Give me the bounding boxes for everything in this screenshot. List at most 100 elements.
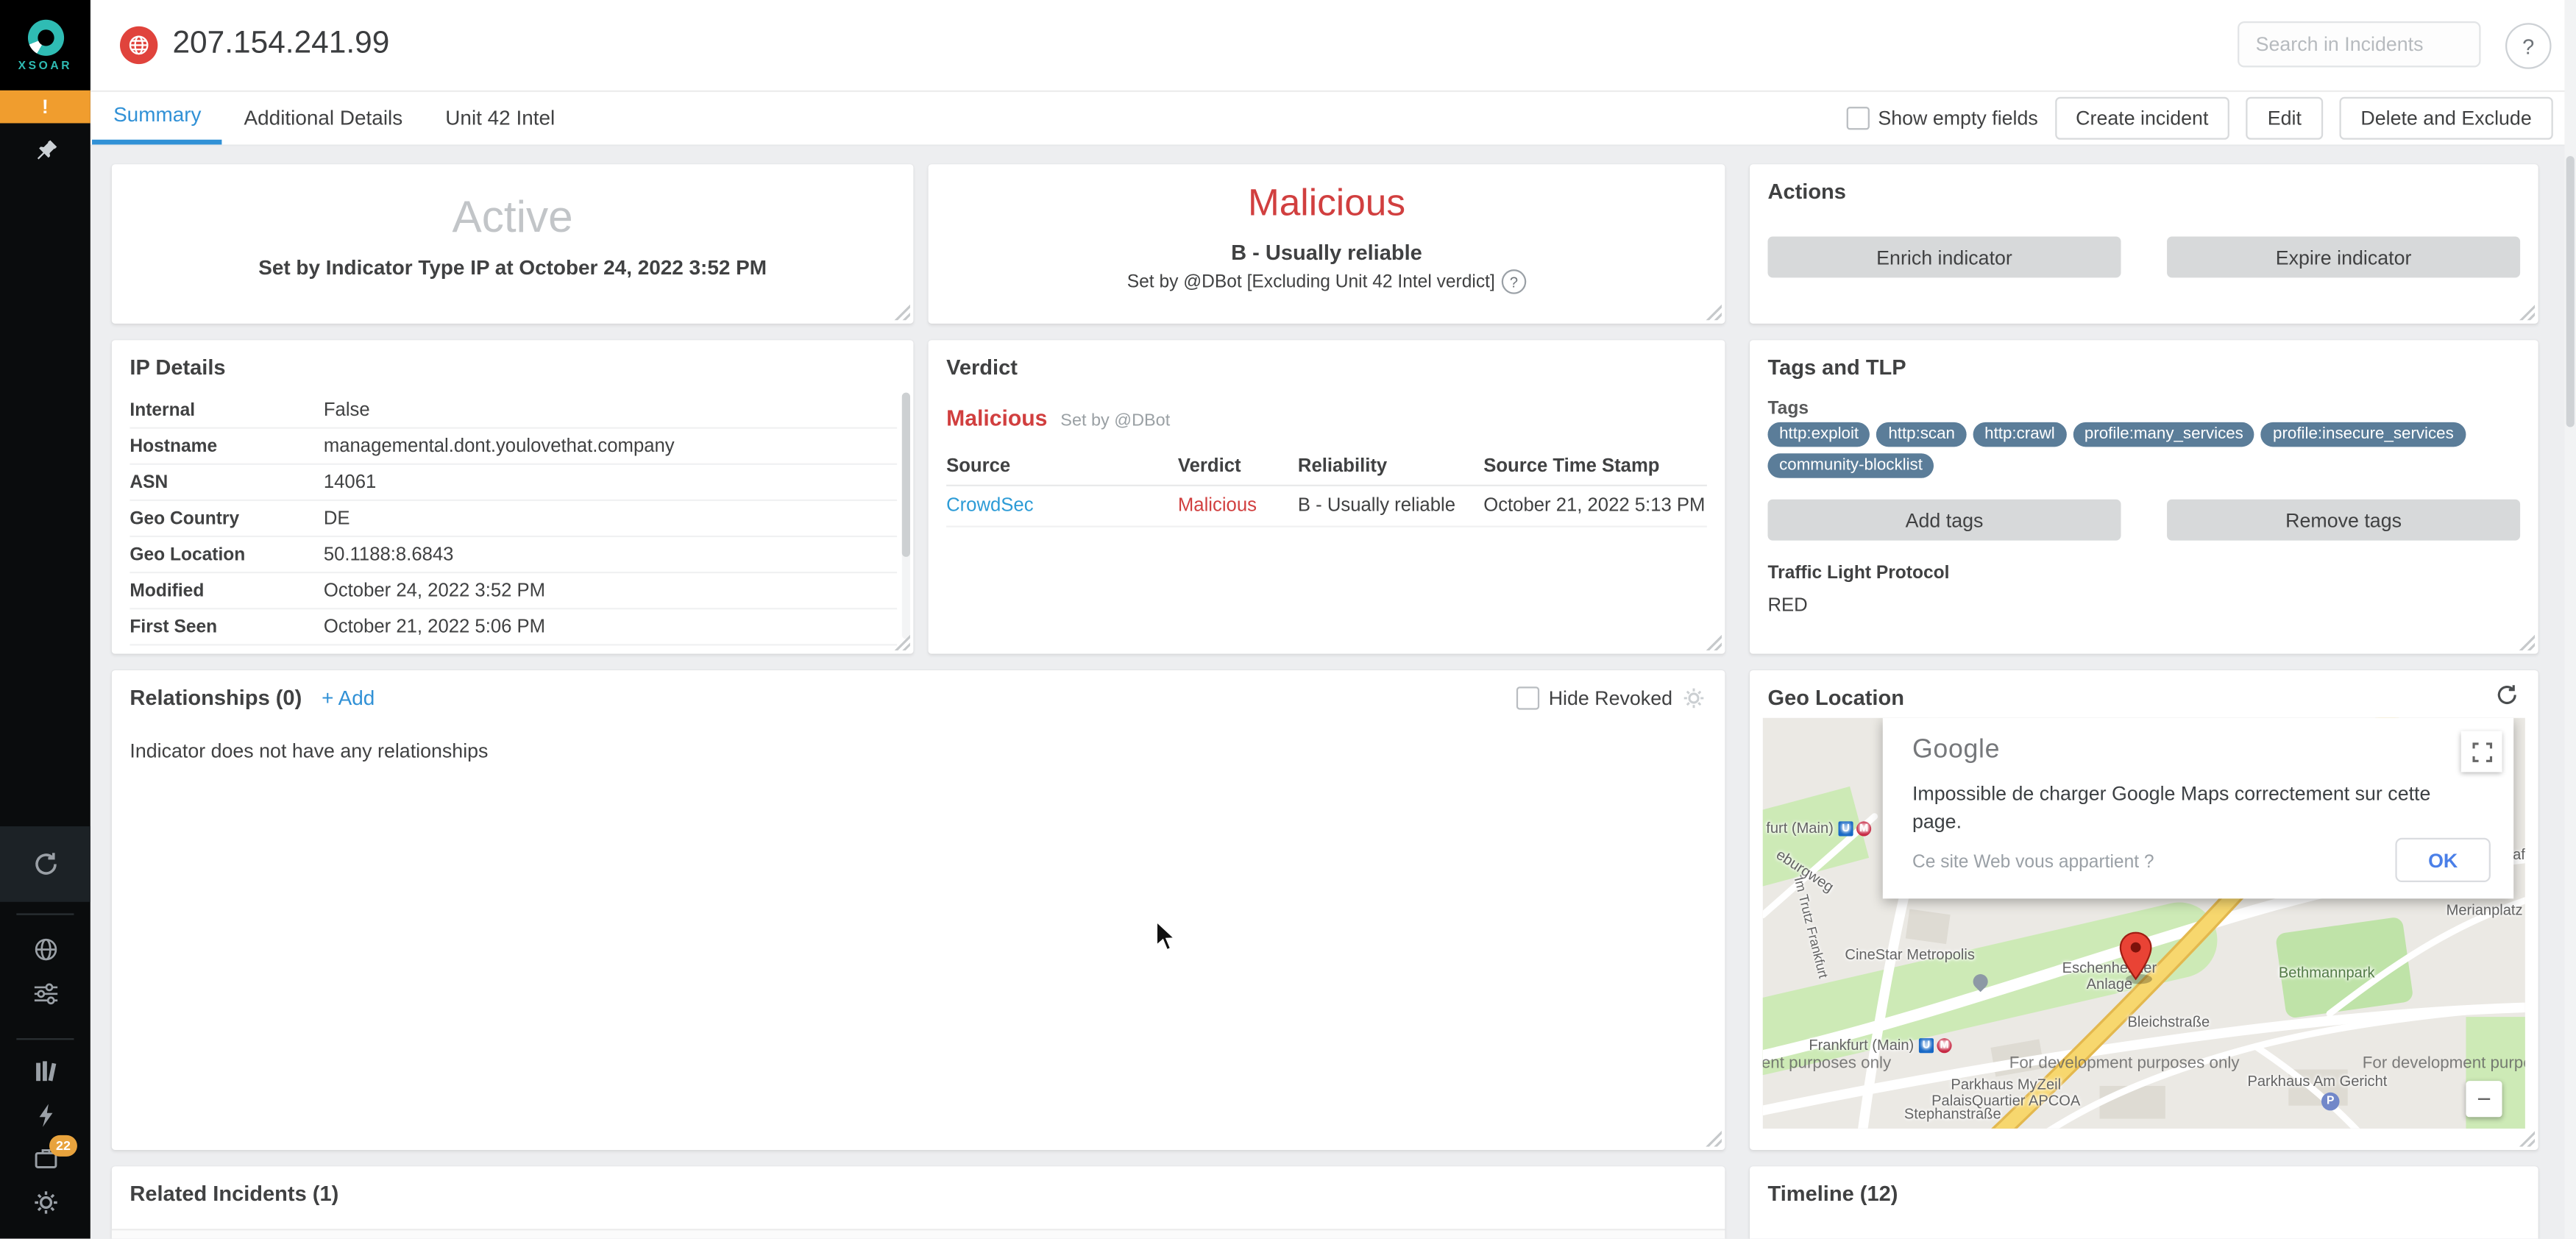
refresh-icon[interactable] bbox=[2496, 684, 2519, 706]
edit-button[interactable]: Edit bbox=[2246, 96, 2323, 139]
tag-chip[interactable]: profile:insecure_services bbox=[2261, 422, 2465, 447]
google-logo: Google bbox=[1912, 736, 2000, 765]
cell-reliability: B - Usually reliable bbox=[1298, 496, 1483, 516]
metro-icon: M bbox=[1937, 1038, 1952, 1053]
map-watermark: For development purposes only bbox=[1763, 1054, 1891, 1073]
metro-icon: M bbox=[1856, 822, 1871, 837]
google-map[interactable]: furt (Main)UM eburgweg Im Trutz Frankfur… bbox=[1763, 718, 2525, 1129]
table-row: ModifiedOctober 24, 2022 3:52 PM bbox=[129, 573, 897, 609]
tag-chip[interactable]: http:crawl bbox=[1973, 422, 2067, 447]
related-incidents-title: Related Incidents (1) bbox=[129, 1181, 338, 1205]
resize-handle[interactable] bbox=[892, 302, 910, 321]
help-glyph: ? bbox=[2522, 34, 2534, 58]
automation-bolt-icon[interactable] bbox=[0, 1102, 91, 1129]
tab-additional-details[interactable]: Additional Details bbox=[223, 90, 425, 145]
map-label: Parkhaus Am Gericht bbox=[2247, 1073, 2387, 1089]
ip-details-card: IP Details InternalFalse Hostnamemanagem… bbox=[112, 340, 914, 653]
field-label: ASN bbox=[129, 472, 323, 492]
tags-tlp-card: Tags and TLP Tags http:exploit http:scan… bbox=[1750, 340, 2538, 653]
zoom-out-button[interactable]: − bbox=[2466, 1081, 2502, 1117]
col-timestamp: Source Time Stamp bbox=[1483, 457, 1707, 477]
map-marker-icon[interactable] bbox=[2118, 931, 2154, 989]
library-icon[interactable] bbox=[0, 1058, 91, 1084]
resize-handle[interactable] bbox=[2517, 302, 2536, 321]
sidebar-divider bbox=[16, 913, 74, 915]
sync-icon[interactable] bbox=[0, 851, 91, 878]
verdict-help-icon[interactable]: ? bbox=[1502, 269, 1526, 294]
tag-chip[interactable]: community-blocklist bbox=[1767, 453, 1934, 478]
page-scrollbar-thumb[interactable] bbox=[2566, 156, 2575, 427]
resize-handle[interactable] bbox=[1703, 302, 1722, 321]
tlp-value: RED bbox=[1767, 597, 1807, 617]
verdict-reliability: B - Usually reliable bbox=[929, 240, 1725, 264]
geo-location-title: Geo Location bbox=[1767, 685, 1903, 709]
expire-indicator-button[interactable]: Expire indicator bbox=[2167, 237, 2520, 278]
tab-summary[interactable]: Summary bbox=[92, 90, 222, 145]
resize-handle[interactable] bbox=[2517, 1129, 2536, 1147]
xsoar-logo-text: XSOAR bbox=[18, 60, 72, 71]
tag-chip[interactable]: http:scan bbox=[1877, 422, 1967, 447]
add-tags-button[interactable]: Add tags bbox=[1767, 500, 2121, 541]
timeline-title: Timeline (12) bbox=[1767, 1181, 1898, 1205]
map-label: Bethmannpark bbox=[2279, 965, 2375, 981]
tag-chip[interactable]: profile:many_services bbox=[2073, 422, 2254, 447]
search-input[interactable] bbox=[2238, 21, 2480, 68]
field-value: 50.1188:8.6843 bbox=[324, 544, 454, 564]
pin-icon[interactable] bbox=[0, 138, 91, 165]
add-relationship-link[interactable]: + Add bbox=[322, 686, 375, 709]
relationships-title: Relationships (0) bbox=[129, 685, 302, 709]
table-row: InternalFalse bbox=[129, 393, 897, 429]
source-link[interactable]: CrowdSec bbox=[946, 496, 1178, 516]
status-set-by: Set by Indicator Type IP at October 24, … bbox=[112, 256, 914, 279]
actions-card: Actions Enrich indicator Expire indicato… bbox=[1750, 164, 2538, 324]
resize-handle[interactable] bbox=[1703, 633, 1722, 651]
briefcase-icon[interactable] bbox=[0, 1145, 91, 1171]
help-button[interactable]: ? bbox=[2505, 23, 2552, 69]
indicator-type-icon bbox=[120, 26, 157, 64]
field-value: managemental.dont.youlovethat.company bbox=[324, 436, 675, 456]
verdict-summary: Malicious bbox=[946, 406, 1047, 430]
table-row: ASN14061 bbox=[129, 465, 897, 501]
hide-revoked-checkbox[interactable] bbox=[1516, 686, 1539, 709]
map-watermark: For development purposes only bbox=[2363, 1054, 2525, 1073]
xsoar-logo[interactable]: XSOAR bbox=[0, 0, 91, 90]
globe-icon[interactable] bbox=[0, 937, 91, 963]
ok-button[interactable]: OK bbox=[2395, 838, 2491, 882]
ip-details-table: InternalFalse Hostnamemanagemental.dont.… bbox=[129, 393, 897, 646]
map-watermark: For development purposes only bbox=[2009, 1054, 2240, 1073]
tag-chip[interactable]: http:exploit bbox=[1767, 422, 1870, 447]
delete-exclude-button[interactable]: Delete and Exclude bbox=[2339, 96, 2552, 139]
alert-banner[interactable]: ! bbox=[0, 90, 91, 124]
tab-unit42-label: Unit 42 Intel bbox=[445, 106, 555, 129]
remove-tags-button[interactable]: Remove tags bbox=[2167, 500, 2520, 541]
status-card: Active Set by Indicator Type IP at Octob… bbox=[112, 164, 914, 324]
map-label: MerianplatzU bbox=[2447, 902, 2525, 919]
dialog-question: Ce site Web vous appartient ? bbox=[1912, 853, 2154, 873]
xsoar-logo-icon bbox=[27, 19, 63, 55]
table-row: Geo Location50.1188:8.6843 bbox=[129, 537, 897, 573]
relationships-settings-gear-icon[interactable] bbox=[1682, 686, 1705, 709]
tab-unit42-intel[interactable]: Unit 42 Intel bbox=[424, 90, 576, 145]
scrollbar-thumb[interactable] bbox=[902, 393, 910, 557]
verdict-set-by: Set by @DBot [Excluding Unit 42 Intel ve… bbox=[1127, 272, 1495, 292]
table-row: Hostnamemanagemental.dont.youlovethat.co… bbox=[129, 429, 897, 465]
filters-icon[interactable] bbox=[0, 981, 91, 1007]
ubahn-icon: U bbox=[1919, 1038, 1934, 1053]
verdict-summary-setby: Set by @DBot bbox=[1060, 411, 1170, 430]
map-label: Stephanstraße bbox=[1904, 1106, 2001, 1122]
resize-handle[interactable] bbox=[1703, 1129, 1722, 1147]
enrich-indicator-button[interactable]: Enrich indicator bbox=[1767, 237, 2121, 278]
related-incidents-table-header bbox=[112, 1229, 1725, 1238]
verdict-card: Verdict Malicious Set by @DBot Source Ve… bbox=[929, 340, 1725, 653]
timeline-card: Timeline (12) bbox=[1750, 1166, 2538, 1238]
resize-handle[interactable] bbox=[2517, 633, 2536, 651]
fullscreen-icon[interactable] bbox=[2461, 731, 2502, 773]
show-empty-fields-checkbox[interactable] bbox=[1847, 106, 1870, 129]
tags-label: Tags bbox=[1767, 400, 1809, 419]
geo-location-card: Geo Location bbox=[1750, 670, 2538, 1150]
field-label: Geo Country bbox=[129, 508, 323, 528]
create-incident-button[interactable]: Create incident bbox=[2054, 96, 2229, 139]
related-incidents-card: Related Incidents (1) bbox=[112, 1166, 1725, 1238]
settings-gear-icon[interactable] bbox=[0, 1190, 91, 1216]
parking-icon[interactable]: P bbox=[2321, 1093, 2340, 1111]
